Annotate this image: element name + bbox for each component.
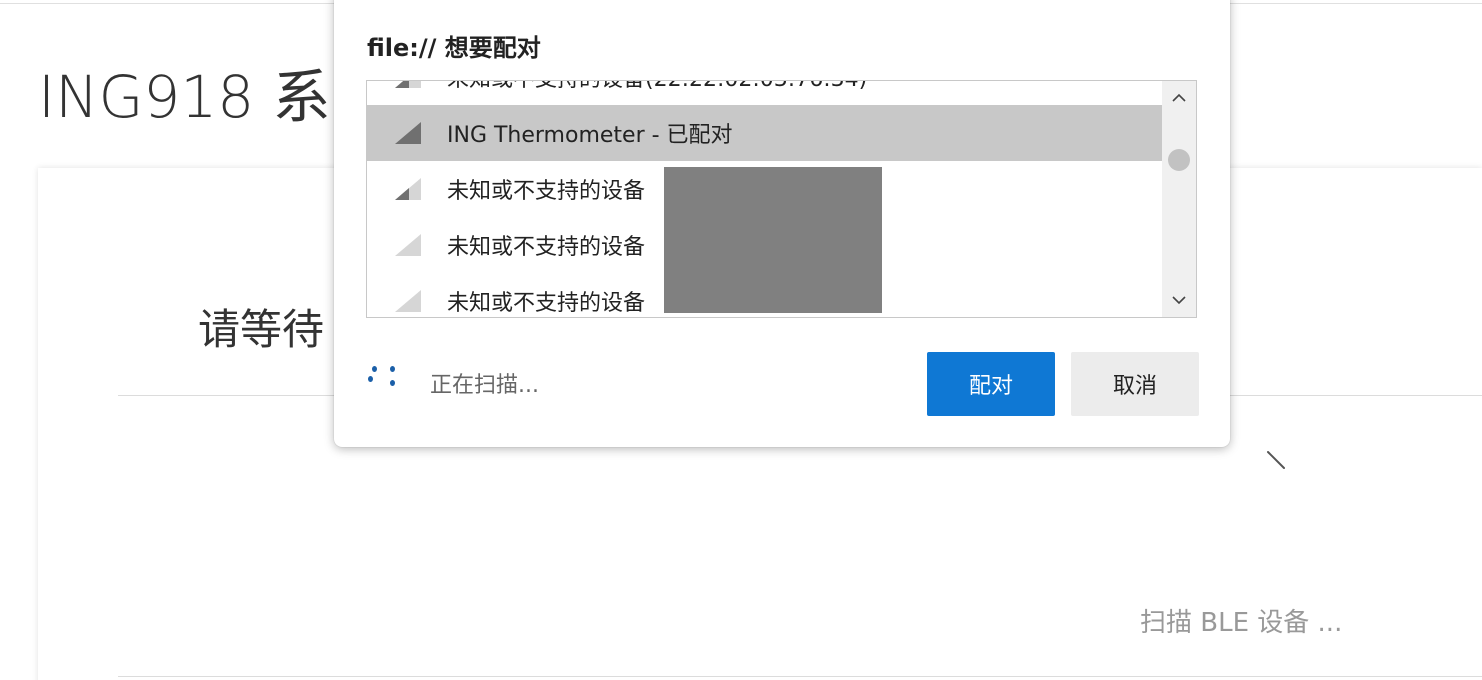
device-row-selected[interactable]: ING Thermometer - 已配对 (367, 105, 1163, 161)
page: ING918 系 请等待 扫描 BLE 设备 ... file:// 想要配对 … (0, 0, 1482, 680)
pair-button[interactable]: 配对 (927, 352, 1055, 416)
loading-spinner-icon (1267, 451, 1285, 469)
device-label: 未知或不支持的设备 (447, 179, 646, 204)
device-label: 未知或不支持的设备(22:22:02:03:76:34) (447, 81, 867, 93)
dialog-title: file:// 想要配对 (367, 34, 541, 62)
redacted-address-block (664, 167, 882, 313)
device-list[interactable]: 未知或不支持的设备(22:22:02:03:76:34) ING Thermom… (366, 80, 1197, 318)
chevron-down-icon (1172, 296, 1186, 305)
signal-strength-icon (395, 234, 421, 256)
card-heading: 请等待 (198, 305, 325, 354)
card-divider-bottom (118, 676, 1482, 677)
signal-strength-icon (395, 81, 421, 88)
device-label: ING Thermometer - 已配对 (447, 123, 733, 148)
device-list-scrollbar[interactable] (1162, 81, 1196, 317)
scanning-dots-icon (368, 366, 398, 390)
scroll-down-button[interactable] (1162, 287, 1196, 313)
device-label: 未知或不支持的设备 (447, 291, 646, 316)
signal-strength-icon (395, 290, 421, 312)
bluetooth-pairing-dialog: file:// 想要配对 未知或不支持的设备(22:22:02:03:76:34… (334, 0, 1230, 447)
page-title: ING918 系 (38, 63, 331, 131)
chevron-up-icon (1172, 93, 1186, 102)
signal-strength-icon (395, 178, 421, 200)
cancel-button[interactable]: 取消 (1071, 352, 1199, 416)
scan-status-text: 扫描 BLE 设备 ... (1140, 608, 1343, 638)
device-row[interactable]: 未知或不支持的设备(22:22:02:03:76:34) (367, 81, 1163, 105)
device-label: 未知或不支持的设备 (447, 235, 646, 260)
signal-strength-icon (395, 122, 421, 144)
scroll-thumb[interactable] (1168, 149, 1190, 171)
scanning-text: 正在扫描... (430, 373, 539, 398)
scroll-up-button[interactable] (1162, 85, 1196, 111)
